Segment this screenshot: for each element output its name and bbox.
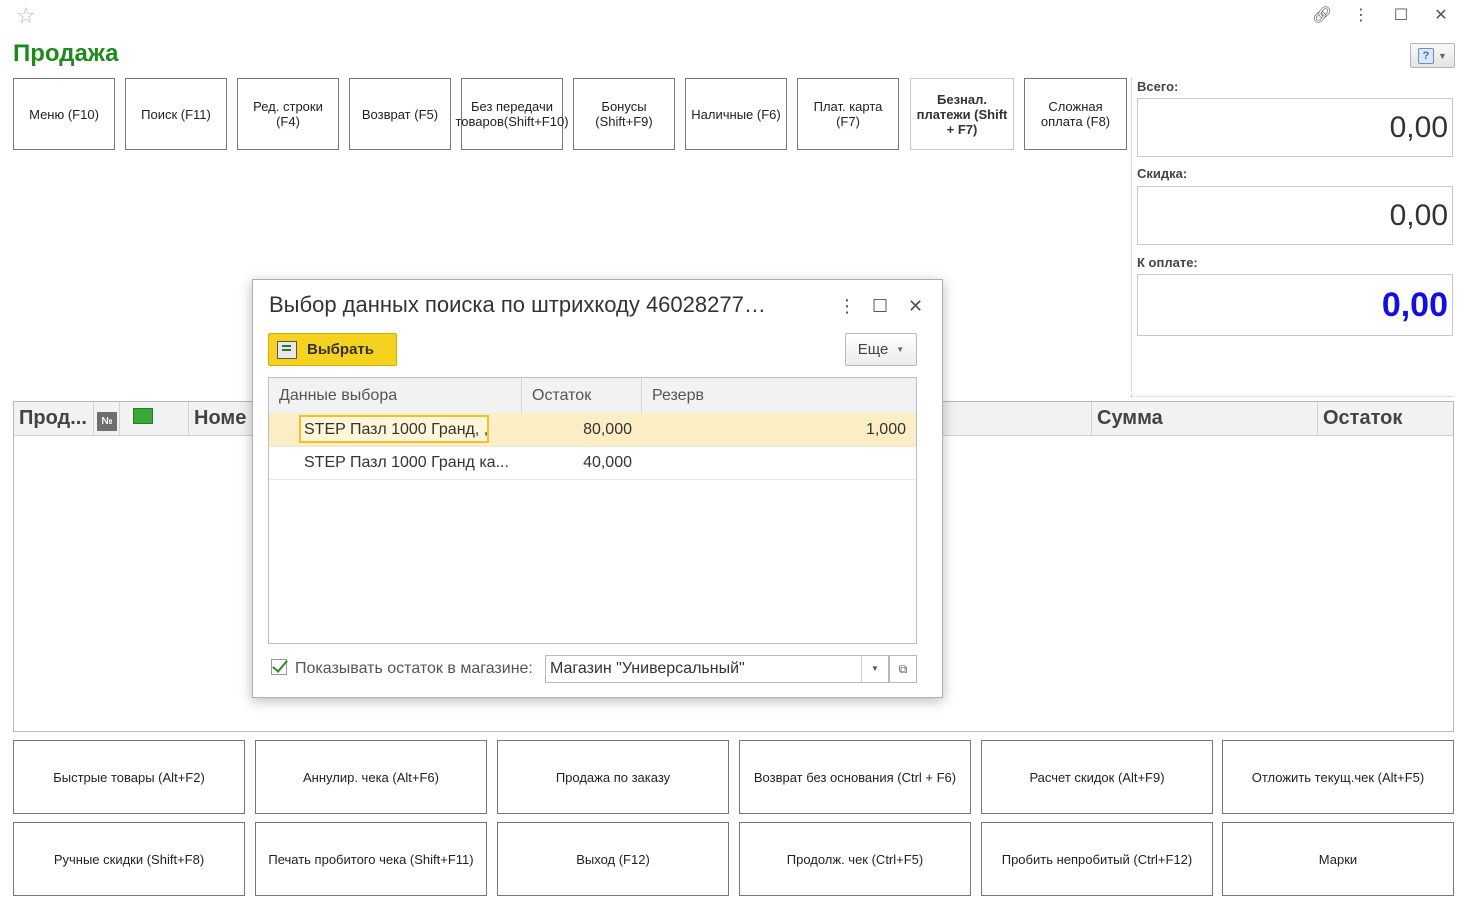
selection-table[interactable]: Данные выбора Остаток Резерв STEP Пазл 1… (268, 377, 917, 644)
cashless-payment-button[interactable]: Безнал. платежи (Shift + F7) (910, 78, 1014, 150)
help-icon: ? (1418, 47, 1435, 64)
chevron-down-icon: ▼ (896, 345, 905, 354)
column-sum[interactable]: Сумма (1092, 402, 1318, 435)
marks-button[interactable]: Марки (1222, 822, 1454, 896)
no-transfer-button[interactable]: Без передачи товаров(Shift+F10) (455, 78, 569, 150)
menu-button[interactable]: Меню (F10) (13, 78, 115, 150)
more-button-label: Еще (857, 341, 889, 358)
bonuses-button[interactable]: Бонусы (Shift+F9) (573, 78, 675, 150)
print-receipt-button[interactable]: Печать пробитого чека (Shift+F11) (255, 822, 487, 896)
return-no-basis-button[interactable]: Возврат без основания (Ctrl + F6) (739, 740, 971, 814)
store-select-value: Магазин "Универсальный" (550, 660, 745, 677)
continue-receipt-button[interactable]: Продолж. чек (Ctrl+F5) (739, 822, 971, 896)
column-stock[interactable]: Остаток (1318, 402, 1453, 435)
help-button[interactable]: ? ▼ (1410, 43, 1455, 68)
favorite-star-icon[interactable]: ☆ (16, 4, 36, 28)
divider (1131, 78, 1132, 396)
column-stock[interactable]: Остаток (522, 378, 642, 413)
manual-discounts-button[interactable]: Ручные скидки (Shift+F8) (13, 822, 245, 896)
chevron-down-icon[interactable]: ▼ (861, 656, 888, 682)
to-pay-label: К оплате: (1137, 255, 1198, 270)
cancel-receipt-button[interactable]: Аннулир. чека (Alt+F6) (255, 740, 487, 814)
open-store-button[interactable]: ⧉ (889, 655, 917, 683)
number-icon: № (97, 412, 117, 431)
column-icon[interactable] (120, 402, 189, 435)
table-row[interactable]: STEP Пазл 1000 Гранд, , 80,000 1,000 (269, 413, 916, 447)
close-icon[interactable]: ✕ (1432, 6, 1450, 26)
search-button[interactable]: Поиск (F11) (125, 78, 227, 150)
row-reserve: 1,000 (865, 421, 906, 438)
discount-value: 0,00 (1137, 186, 1453, 245)
row-stock: 80,000 (583, 421, 632, 438)
table-row[interactable]: STEP Пазл 1000 Гранд ка... 40,000 (269, 446, 916, 480)
sale-by-order-button[interactable]: Продажа по заказу (497, 740, 729, 814)
store-select[interactable]: Магазин "Универсальный" ▼ (545, 655, 889, 683)
window-controls: 🔗︎ ⋮ ☐ ✕ (1312, 6, 1450, 26)
row-reserve (642, 446, 906, 479)
select-icon (277, 340, 297, 359)
divider (1131, 396, 1453, 397)
discount-label: Скидка: (1137, 166, 1188, 181)
card-payment-button[interactable]: Плат. карта (F7) (797, 78, 899, 150)
maximize-icon[interactable]: ☐ (872, 296, 888, 317)
checkmark-icon (272, 656, 288, 673)
exit-button[interactable]: Выход (F12) (497, 822, 729, 896)
to-pay-value: 0,00 (1137, 274, 1453, 336)
maximize-icon[interactable]: ☐ (1392, 6, 1410, 26)
column-product[interactable]: Прод... (14, 402, 94, 435)
dialog-title: Выбор данных поиска по штрихкоду 4602827… (269, 292, 766, 317)
row-stock: 40,000 (583, 454, 632, 471)
quick-goods-button[interactable]: Быстрые товары (Alt+F2) (13, 740, 245, 814)
row-name: STEP Пазл 1000 Гранд ка... (304, 454, 509, 471)
close-icon[interactable]: ✕ (908, 296, 923, 317)
return-button[interactable]: Возврат (F5) (349, 78, 451, 150)
cash-button[interactable]: Наличные (F6) (685, 78, 787, 150)
column-reserve[interactable]: Резерв (642, 378, 916, 413)
open-icon: ⧉ (898, 662, 908, 676)
selection-table-header: Данные выбора Остаток Резерв (269, 378, 916, 414)
edit-row-button[interactable]: Ред. строки (F4) (237, 78, 339, 150)
row-name: STEP Пазл 1000 Гранд, , (304, 421, 489, 438)
calc-discounts-button[interactable]: Расчет скидок (Alt+F9) (981, 740, 1213, 814)
select-button[interactable]: Выбрать (268, 333, 397, 366)
column-number[interactable]: № (94, 402, 120, 435)
more-vertical-icon[interactable]: ⋮ (1352, 6, 1370, 26)
show-stock-checkbox[interactable] (271, 656, 288, 675)
link-icon[interactable]: 🔗︎ (1312, 6, 1332, 26)
column-selection-data[interactable]: Данные выбора (269, 378, 522, 413)
total-value: 0,00 (1137, 98, 1453, 157)
show-stock-label: Показывать остаток в магазине: (295, 660, 533, 677)
page-title: Продажа (13, 40, 119, 67)
barcode-search-dialog: Выбор данных поиска по штрихкоду 4602827… (252, 279, 943, 698)
chevron-down-icon: ▼ (1438, 50, 1447, 61)
select-button-label: Выбрать (307, 341, 374, 358)
total-label: Всего: (1137, 79, 1179, 94)
postpone-receipt-button[interactable]: Отложить текущ.чек (Alt+F5) (1222, 740, 1454, 814)
complex-payment-button[interactable]: Сложная оплата (F8) (1024, 78, 1127, 150)
more-vertical-icon[interactable]: ⋮ (838, 296, 856, 317)
more-button[interactable]: Еще ▼ (845, 333, 917, 366)
print-unprinted-button[interactable]: Пробить непробитый (Ctrl+F12) (981, 822, 1213, 896)
barcode-icon (133, 408, 153, 424)
